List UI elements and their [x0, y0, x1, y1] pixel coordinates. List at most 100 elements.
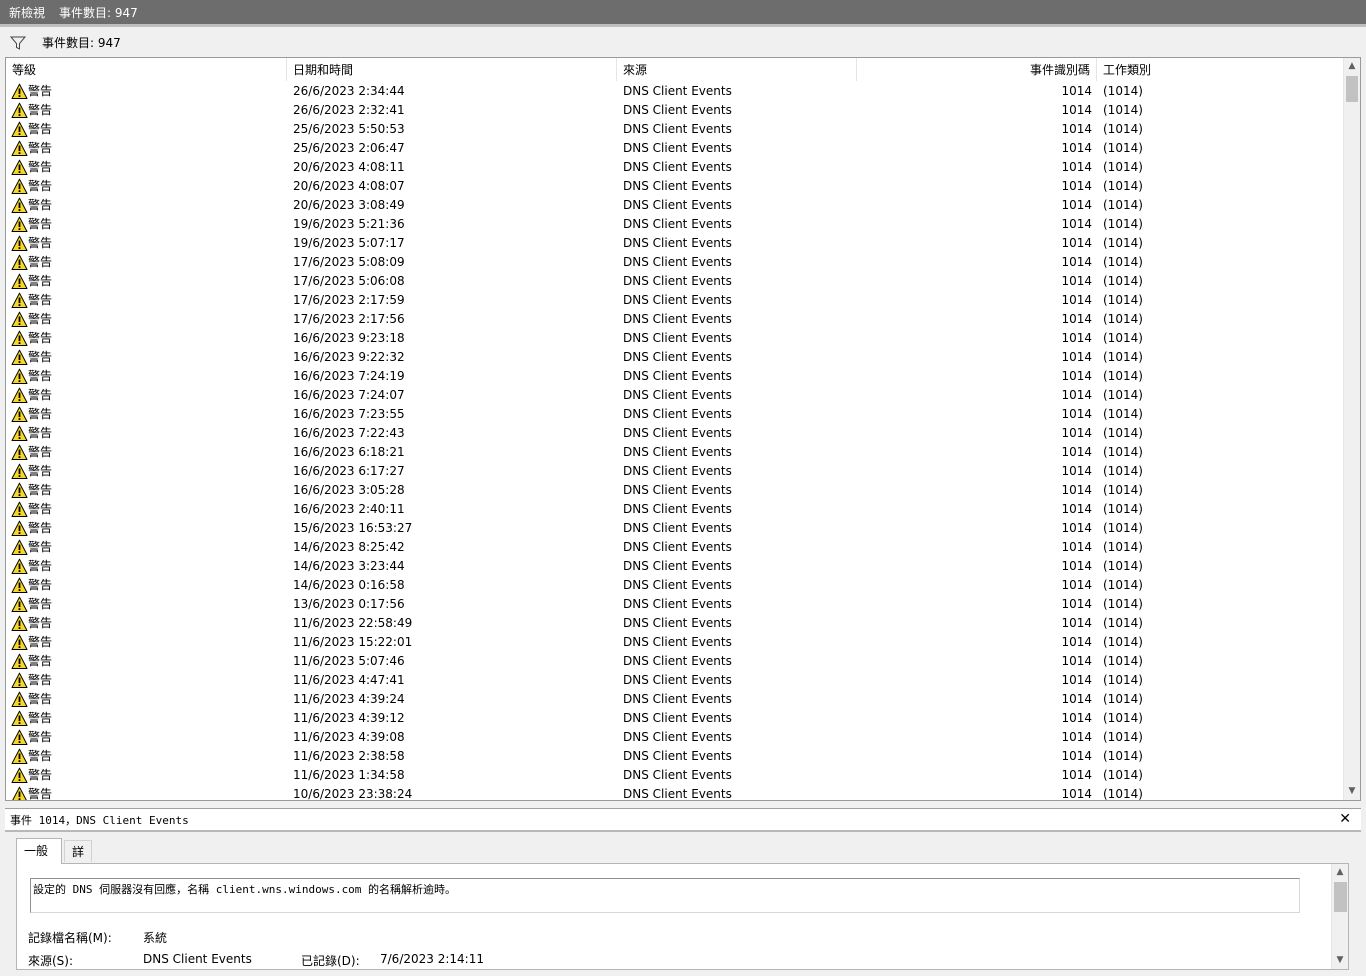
- row-datetime: 25/6/2023 2:06:47: [293, 141, 405, 155]
- filter-event-count: 事件數目: 947: [42, 36, 121, 50]
- detail-vertical-scrollbar[interactable]: ▲ ▼: [1331, 864, 1348, 969]
- row-event-id: 1014: [1061, 217, 1092, 231]
- table-row[interactable]: 警告 11/6/2023 2:38:58 DNS Client Events 1…: [6, 747, 1344, 766]
- warning-icon: [12, 786, 27, 800]
- warning-icon: [11, 406, 28, 422]
- table-row[interactable]: 警告 17/6/2023 5:08:09 DNS Client Events 1…: [6, 253, 1344, 272]
- row-event-id: 1014: [1061, 407, 1092, 421]
- row-task-category: (1014): [1103, 711, 1143, 725]
- row-level: 警告: [28, 179, 53, 193]
- column-header-datetime[interactable]: 日期和時間: [287, 58, 617, 81]
- row-datetime: 11/6/2023 4:47:41: [293, 673, 405, 687]
- table-row[interactable]: 警告 11/6/2023 1:34:58 DNS Client Events 1…: [6, 766, 1344, 785]
- table-row[interactable]: 警告 20/6/2023 4:08:07 DNS Client Events 1…: [6, 177, 1344, 196]
- row-source: DNS Client Events: [623, 445, 732, 459]
- table-row[interactable]: 警告 15/6/2023 16:53:27 DNS Client Events …: [6, 519, 1344, 538]
- table-row[interactable]: 警告 16/6/2023 7:23:55 DNS Client Events 1…: [6, 405, 1344, 424]
- row-datetime: 14/6/2023 3:23:44: [293, 559, 405, 573]
- row-level: 警告: [28, 369, 53, 383]
- scroll-up-icon[interactable]: ▲: [1344, 58, 1360, 75]
- column-header-task-category[interactable]: 工作類別: [1097, 58, 1344, 81]
- table-row[interactable]: 警告 17/6/2023 5:06:08 DNS Client Events 1…: [6, 272, 1344, 291]
- table-row[interactable]: 警告 19/6/2023 5:07:17 DNS Client Events 1…: [6, 234, 1344, 253]
- table-row[interactable]: 警告 26/6/2023 2:32:41 DNS Client Events 1…: [6, 101, 1344, 120]
- row-source: DNS Client Events: [623, 369, 732, 383]
- table-row[interactable]: 警告 11/6/2023 4:39:08 DNS Client Events 1…: [6, 728, 1344, 747]
- column-header-event-id[interactable]: 事件識別碼: [857, 58, 1097, 81]
- table-row[interactable]: 警告 17/6/2023 2:17:59 DNS Client Events 1…: [6, 291, 1344, 310]
- table-row[interactable]: 警告 16/6/2023 6:17:27 DNS Client Events 1…: [6, 462, 1344, 481]
- filter-icon[interactable]: [9, 34, 27, 52]
- table-row[interactable]: 警告 16/6/2023 7:22:43 DNS Client Events 1…: [6, 424, 1344, 443]
- column-header-source[interactable]: 來源: [617, 58, 857, 81]
- row-level: 警告: [28, 122, 53, 136]
- table-row[interactable]: 警告 26/6/2023 2:34:44 DNS Client Events 1…: [6, 82, 1344, 101]
- scroll-thumb[interactable]: [1346, 76, 1358, 102]
- row-source: DNS Client Events: [623, 464, 732, 478]
- table-row[interactable]: 警告 25/6/2023 5:50:53 DNS Client Events 1…: [6, 120, 1344, 139]
- row-task-category: (1014): [1103, 350, 1143, 364]
- row-task-category: (1014): [1103, 84, 1143, 98]
- warning-icon: [11, 501, 28, 517]
- table-row[interactable]: 警告 16/6/2023 6:18:21 DNS Client Events 1…: [6, 443, 1344, 462]
- table-row[interactable]: 警告 11/6/2023 15:22:01 DNS Client Events …: [6, 633, 1344, 652]
- table-row[interactable]: 警告 16/6/2023 9:22:32 DNS Client Events 1…: [6, 348, 1344, 367]
- row-datetime: 11/6/2023 4:39:12: [293, 711, 405, 725]
- row-source: DNS Client Events: [623, 122, 732, 136]
- table-row[interactable]: 警告 16/6/2023 3:05:28 DNS Client Events 1…: [6, 481, 1344, 500]
- table-row[interactable]: 警告 11/6/2023 22:58:49 DNS Client Events …: [6, 614, 1344, 633]
- scroll-up-icon[interactable]: ▲: [1332, 864, 1348, 881]
- table-row[interactable]: 警告 11/6/2023 5:07:46 DNS Client Events 1…: [6, 652, 1344, 671]
- close-icon[interactable]: ✕: [1339, 811, 1351, 827]
- table-row[interactable]: 警告 10/6/2023 23:38:24 DNS Client Events …: [6, 785, 1344, 800]
- table-row[interactable]: 警告 16/6/2023 2:40:11 DNS Client Events 1…: [6, 500, 1344, 519]
- table-row[interactable]: 警告 14/6/2023 0:16:58 DNS Client Events 1…: [6, 576, 1344, 595]
- row-datetime: 16/6/2023 7:23:55: [293, 407, 405, 421]
- table-row[interactable]: 警告 20/6/2023 3:08:49 DNS Client Events 1…: [6, 196, 1344, 215]
- row-level: 警告: [28, 84, 53, 98]
- scroll-thumb[interactable]: [1334, 882, 1347, 912]
- table-row[interactable]: 警告 11/6/2023 4:47:41 DNS Client Events 1…: [6, 671, 1344, 690]
- event-message[interactable]: 設定的 DNS 伺服器沒有回應，名稱 client.wns.windows.co…: [30, 878, 1300, 913]
- row-source: DNS Client Events: [623, 578, 732, 592]
- row-level: 警告: [28, 730, 53, 744]
- row-event-id: 1014: [1061, 160, 1092, 174]
- row-event-id: 1014: [1061, 521, 1092, 535]
- detail-header: 事件 1014，DNS Client Events ✕: [5, 808, 1361, 830]
- column-header-level[interactable]: 等級: [6, 58, 287, 81]
- row-event-id: 1014: [1061, 198, 1092, 212]
- row-source: DNS Client Events: [623, 407, 732, 421]
- table-row[interactable]: 警告 25/6/2023 2:06:47 DNS Client Events 1…: [6, 139, 1344, 158]
- table-row[interactable]: 警告 17/6/2023 2:17:56 DNS Client Events 1…: [6, 310, 1344, 329]
- row-datetime: 14/6/2023 8:25:42: [293, 540, 405, 554]
- row-event-id: 1014: [1061, 179, 1092, 193]
- scroll-down-icon[interactable]: ▼: [1344, 783, 1360, 800]
- table-row[interactable]: 警告 14/6/2023 3:23:44 DNS Client Events 1…: [6, 557, 1344, 576]
- table-row[interactable]: 警告 11/6/2023 4:39:12 DNS Client Events 1…: [6, 709, 1344, 728]
- row-source: DNS Client Events: [623, 141, 732, 155]
- warning-icon: [11, 577, 28, 593]
- row-event-id: 1014: [1061, 350, 1092, 364]
- row-event-id: 1014: [1061, 388, 1092, 402]
- table-row[interactable]: 警告 13/6/2023 0:17:56 DNS Client Events 1…: [6, 595, 1344, 614]
- row-event-id: 1014: [1061, 597, 1092, 611]
- table-row[interactable]: 警告 19/6/2023 5:21:36 DNS Client Events 1…: [6, 215, 1344, 234]
- row-datetime: 13/6/2023 0:17:56: [293, 597, 405, 611]
- row-source: DNS Client Events: [623, 692, 732, 706]
- table-row[interactable]: 警告 20/6/2023 4:08:11 DNS Client Events 1…: [6, 158, 1344, 177]
- row-level: 警告: [28, 312, 53, 326]
- list-vertical-scrollbar[interactable]: ▲ ▼: [1343, 58, 1360, 800]
- tab-general[interactable]: 一般: [16, 838, 62, 864]
- table-row[interactable]: 警告 11/6/2023 4:39:24 DNS Client Events 1…: [6, 690, 1344, 709]
- row-event-id: 1014: [1061, 445, 1092, 459]
- scroll-down-icon[interactable]: ▼: [1332, 952, 1348, 969]
- table-row[interactable]: 警告 16/6/2023 7:24:19 DNS Client Events 1…: [6, 367, 1344, 386]
- row-source: DNS Client Events: [623, 331, 732, 345]
- tab-details[interactable]: 詳細資料: [64, 840, 93, 925]
- row-source: DNS Client Events: [623, 483, 732, 497]
- event-list[interactable]: 等級 日期和時間 來源 事件識別碼 工作類別 警告 26/6/2023 2:34…: [5, 57, 1361, 801]
- table-row[interactable]: 警告 16/6/2023 7:24:07 DNS Client Events 1…: [6, 386, 1344, 405]
- row-datetime: 16/6/2023 7:24:19: [293, 369, 405, 383]
- table-row[interactable]: 警告 16/6/2023 9:23:18 DNS Client Events 1…: [6, 329, 1344, 348]
- table-row[interactable]: 警告 14/6/2023 8:25:42 DNS Client Events 1…: [6, 538, 1344, 557]
